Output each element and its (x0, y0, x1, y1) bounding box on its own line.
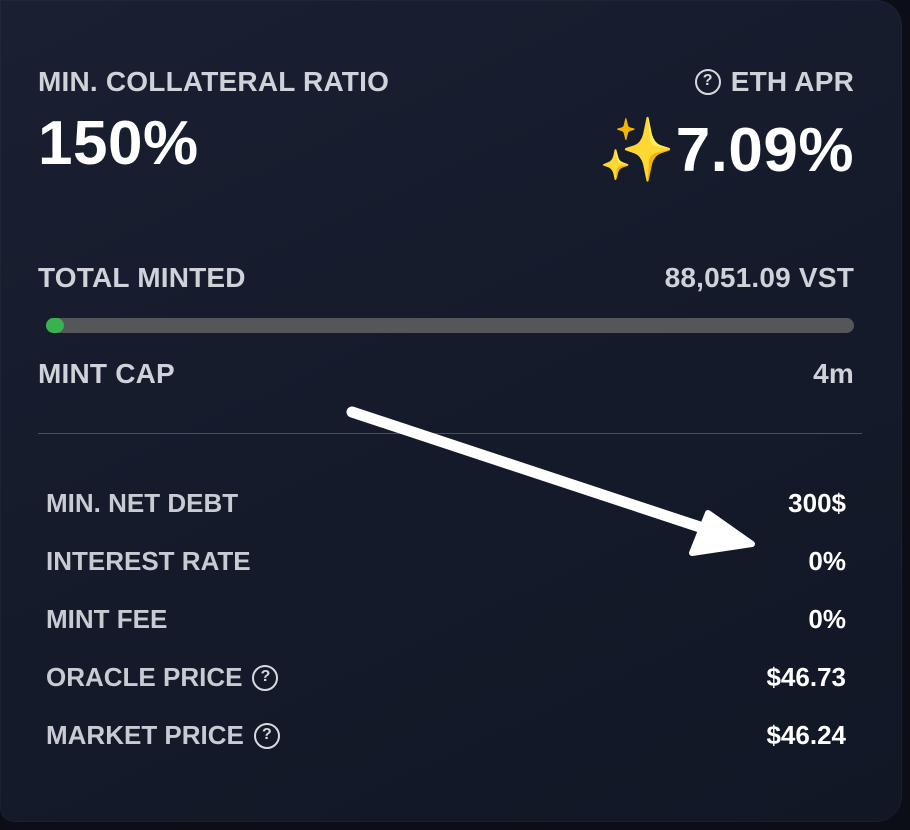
arrow-head (689, 510, 755, 556)
arrow-annotation (346, 406, 755, 556)
vault-info-card: MIN. COLLATERAL RATIO 150% ? ETH APR ✨7.… (0, 0, 902, 822)
arrow-shaft (346, 406, 718, 537)
